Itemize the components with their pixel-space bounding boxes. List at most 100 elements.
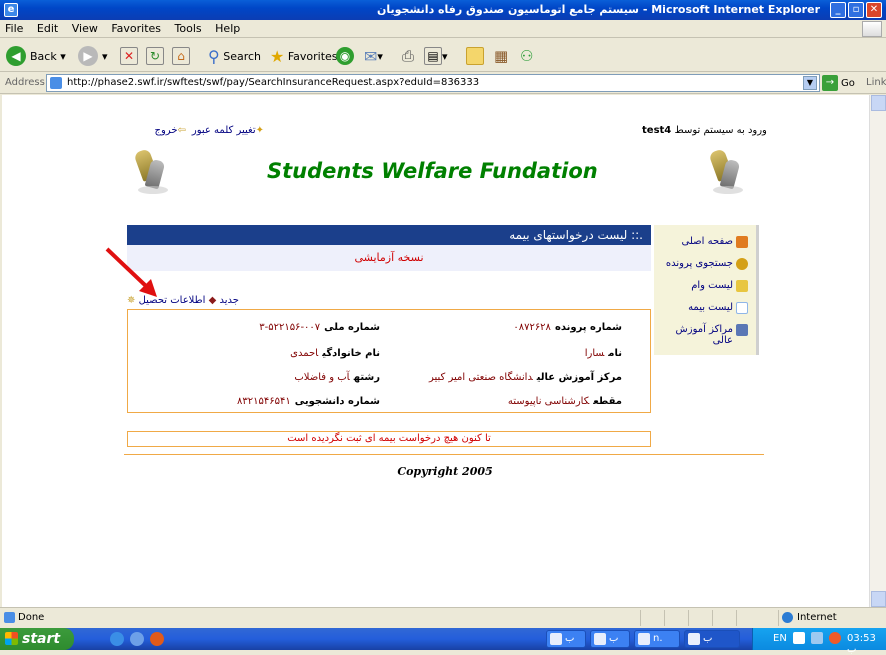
- side-menu-label: لیست بیمه: [688, 302, 733, 313]
- back-label: Back: [30, 49, 57, 63]
- edit-button[interactable]: ▤ ▾: [424, 45, 448, 67]
- page-content: ✦تغییر کلمه عبور ⇦خروج ورود به سیستم توس…: [2, 95, 869, 607]
- task-button[interactable]: ب: [546, 630, 586, 648]
- no-requests-notice: تا کنون هیچ درخواست بیمه ای ثبت نگردیده …: [127, 431, 651, 447]
- menu-tools[interactable]: Tools: [170, 20, 207, 37]
- side-menu-label: صفحه اصلی: [681, 236, 733, 247]
- stop-icon: ✕: [120, 47, 138, 65]
- side-menu-label: مراکز آموزش عالی: [675, 324, 733, 346]
- quicklaunch-ie-icon[interactable]: [110, 632, 124, 646]
- username: test4: [642, 125, 672, 136]
- logout-label: خروج: [154, 125, 178, 136]
- side-menu-item-centers[interactable]: مراکز آموزش عالی: [668, 324, 748, 346]
- file-number-value: ۰۸۷۲۶۲۸: [513, 322, 551, 333]
- folder-button[interactable]: [466, 45, 484, 67]
- version-note: نسخه آزمایشی: [127, 245, 651, 271]
- links-button[interactable]: Link: [866, 77, 886, 88]
- last-name-field: نام خانوادگیاحمدی: [290, 348, 380, 359]
- quicklaunch-media-icon[interactable]: [150, 632, 164, 646]
- back-button[interactable]: ◀ Back ▾: [6, 45, 66, 67]
- menu-file[interactable]: File: [0, 20, 28, 37]
- forward-button[interactable]: ▶ ▾: [78, 45, 108, 67]
- messenger-button[interactable]: ⚇: [520, 45, 533, 67]
- menu-favorites[interactable]: Favorites: [106, 20, 166, 37]
- help-icon[interactable]: [793, 632, 805, 644]
- site-title: Students Welfare Fundation: [267, 159, 598, 183]
- major-value: آب و فاضلاب: [294, 372, 350, 383]
- toolbar: ◀ Back ▾ ▶ ▾ ✕ ↻ ⌂ ⚲ Search ★ Favorites ◉…: [0, 38, 886, 72]
- change-password-link[interactable]: ✦تغییر کلمه عبور: [192, 125, 264, 136]
- task-button-active[interactable]: ب: [684, 630, 740, 648]
- new-link[interactable]: جدید: [219, 295, 238, 306]
- status-divider: [712, 610, 713, 626]
- favorites-label: Favorites: [287, 49, 338, 63]
- side-menu-item-search[interactable]: جستجوی پرونده: [666, 258, 748, 270]
- start-button[interactable]: start: [0, 628, 74, 650]
- national-id-value: ۰۰۷-۵۲۲۱۵۶-۳: [259, 322, 321, 333]
- login-info: ورود به سیستم توسط test4: [642, 125, 767, 136]
- mail-button[interactable]: ✉ ▾: [364, 45, 383, 67]
- side-menu-label: جستجوی پرونده: [665, 258, 733, 269]
- copyright-text: Copyright 2005: [397, 465, 493, 478]
- home-button[interactable]: ⌂: [172, 45, 190, 67]
- edit-icon: ▤: [424, 47, 442, 65]
- address-dropdown-icon[interactable]: ▼: [803, 76, 817, 90]
- list-title-bar: .:: لیست درخواستهای بیمه: [127, 225, 651, 245]
- status-divider: [736, 610, 737, 626]
- record-links: ✵ جدید ◆ اطلاعات تحصیل: [127, 295, 437, 309]
- refresh-button[interactable]: ↻: [146, 45, 164, 67]
- scroll-down-icon[interactable]: [871, 591, 886, 607]
- taskbar: start ب ب n. ب EN 03:53 ب: [0, 628, 886, 655]
- divider: [124, 454, 764, 455]
- keys-logo-right-icon: [705, 148, 745, 196]
- task-button[interactable]: n.: [634, 630, 680, 648]
- student-info-box: شماره پرونده۰۸۷۲۶۲۸ شماره ملی۰۰۷-۵۲۲۱۵۶-…: [127, 309, 651, 413]
- page-icon: [50, 77, 62, 89]
- media-button[interactable]: ◉: [336, 45, 358, 67]
- globe-icon: [782, 612, 793, 623]
- go-button[interactable]: → Go: [822, 75, 855, 91]
- task-label: ب: [565, 633, 575, 644]
- star-icon: ★: [270, 46, 285, 66]
- print-button[interactable]: ⎙: [402, 45, 414, 67]
- keys-logo-left-icon: [130, 148, 170, 196]
- title-bar: _ ▫ ✕ سیستم جامع اتوماسیون صندوق رفاه دا…: [0, 0, 886, 20]
- first-name-field: نامسارا: [584, 348, 622, 359]
- maximize-button[interactable]: ▫: [848, 2, 864, 18]
- go-arrow-icon: →: [822, 75, 838, 91]
- side-menu-item-loans[interactable]: لیست وام: [691, 280, 748, 292]
- side-menu: صفحه اصلی جستجوی پرونده لیست وام لیست بی…: [654, 225, 759, 355]
- last-name-value: احمدی: [290, 348, 319, 359]
- language-indicator[interactable]: EN: [773, 633, 787, 644]
- search-button[interactable]: ⚲ Search: [208, 45, 261, 67]
- scroll-up-icon[interactable]: [871, 95, 886, 111]
- address-bar: Address http://phase2.swf.ir/swftest/swf…: [0, 72, 886, 94]
- book-icon: ▦: [494, 47, 509, 65]
- stop-button[interactable]: ✕: [120, 45, 138, 67]
- windows-flag-icon: [5, 632, 18, 645]
- status-divider: [664, 610, 665, 626]
- task-button[interactable]: ب: [590, 630, 630, 648]
- menu-view[interactable]: View: [67, 20, 103, 37]
- network-icon[interactable]: [811, 632, 823, 644]
- vertical-scrollbar[interactable]: [869, 95, 886, 607]
- browser-window: _ ▫ ✕ سیستم جامع اتوماسیون صندوق رفاه دا…: [0, 0, 886, 655]
- printer-icon: ⎙: [402, 47, 415, 65]
- address-input[interactable]: http://phase2.swf.ir/swftest/swf/pay/Sea…: [46, 74, 820, 92]
- user-actions: ✦تغییر کلمه عبور ⇦خروج: [124, 125, 264, 136]
- student-number-value: ۸۳۲۱۵۴۶۵۴۱: [237, 396, 291, 407]
- minimize-button[interactable]: _: [830, 2, 846, 18]
- menu-help[interactable]: Help: [210, 20, 245, 37]
- side-menu-label: لیست وام: [691, 280, 733, 291]
- close-button[interactable]: ✕: [866, 2, 882, 18]
- side-menu-item-insurance[interactable]: لیست بیمه: [688, 302, 748, 314]
- menu-edit[interactable]: Edit: [32, 20, 63, 37]
- logout-link[interactable]: ⇦خروج: [155, 125, 186, 136]
- favorites-button[interactable]: ★ Favorites: [270, 45, 338, 67]
- research-button[interactable]: ▦: [494, 45, 508, 67]
- side-menu-item-home[interactable]: صفحه اصلی: [682, 236, 748, 248]
- status-text: Done: [18, 612, 45, 623]
- alert-icon[interactable]: [829, 632, 841, 644]
- quicklaunch-desktop-icon[interactable]: [130, 632, 144, 646]
- building-icon: [736, 324, 748, 336]
